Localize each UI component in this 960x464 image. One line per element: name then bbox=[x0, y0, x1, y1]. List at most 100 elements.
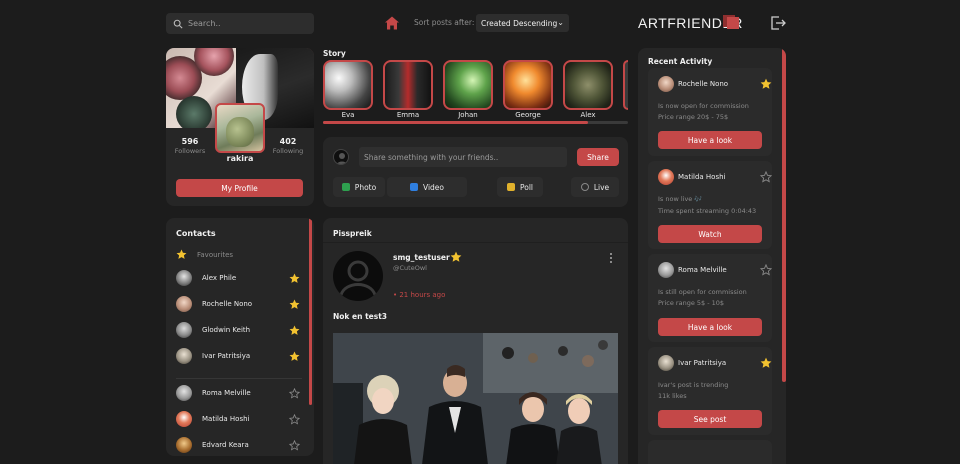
following-count: 402 bbox=[279, 137, 297, 146]
star-filled-icon[interactable] bbox=[450, 251, 462, 263]
star-filled-icon[interactable] bbox=[289, 299, 300, 310]
contact-item[interactable]: Rochelle Nono bbox=[176, 296, 300, 312]
video-button[interactable]: Video bbox=[387, 177, 467, 197]
activity-text: Ivar's post is trending bbox=[658, 381, 729, 389]
activity-item: Matilda Hoshi Is now live 🎶 Time spent s… bbox=[648, 161, 772, 249]
post-card: Pisspreik smg_testuser @CuteOwl • 21 hou… bbox=[323, 218, 628, 464]
contacts-divider bbox=[176, 378, 302, 379]
live-button[interactable]: Live bbox=[571, 177, 619, 197]
activity-detail: Time spent streaming 0:04:43 bbox=[658, 207, 757, 215]
activity-item: Ivar Patritsiya Ivar's post is trending … bbox=[648, 347, 772, 435]
activity-user-name[interactable]: Matilda Hoshi bbox=[678, 173, 726, 181]
contact-item[interactable]: Matilda Hoshi bbox=[176, 411, 300, 427]
avatar bbox=[176, 348, 192, 364]
contact-item[interactable]: Edvard Keara bbox=[176, 437, 300, 453]
avatar bbox=[176, 322, 192, 338]
story-name: Alex bbox=[580, 111, 596, 119]
poll-label: Poll bbox=[519, 182, 533, 192]
see-post-button[interactable]: See post bbox=[658, 410, 762, 428]
contact-name: Edvard Keara bbox=[202, 441, 249, 449]
contact-name: Alex Phile bbox=[202, 274, 237, 282]
story-scrollbar[interactable] bbox=[323, 121, 628, 124]
activity-item bbox=[648, 440, 772, 464]
chevron-down-icon: ⌄ bbox=[557, 18, 564, 27]
activity-user-name[interactable]: Ivar Patritsiya bbox=[678, 359, 726, 367]
search-icon bbox=[173, 19, 183, 29]
contact-item[interactable]: Roma Melville bbox=[176, 385, 300, 401]
star-filled-icon[interactable] bbox=[760, 78, 772, 90]
star-outline-icon[interactable] bbox=[760, 171, 772, 183]
followers-stat[interactable]: 596 Followers bbox=[170, 137, 210, 155]
sort-select[interactable]: Created Descending ⌄ bbox=[476, 14, 569, 32]
post-timestamp: • 21 hours ago bbox=[393, 291, 446, 299]
avatar[interactable] bbox=[658, 355, 674, 371]
contact-name: Glodwin Keith bbox=[202, 326, 251, 334]
story-item-eva[interactable] bbox=[323, 60, 373, 110]
star-filled-icon[interactable] bbox=[289, 351, 300, 362]
activity-user-name[interactable]: Rochelle Nono bbox=[678, 80, 728, 88]
contacts-panel: Contacts Favourites Alex Phile Rochelle … bbox=[166, 218, 314, 456]
contact-name: Rochelle Nono bbox=[202, 300, 253, 308]
activity-item: Rochelle Nono Is now open for commission… bbox=[648, 68, 772, 156]
video-label: Video bbox=[422, 182, 444, 192]
post-username[interactable]: smg_testuser bbox=[393, 253, 450, 262]
post-handle: @CuteOwl bbox=[393, 264, 427, 272]
share-button[interactable]: Share bbox=[577, 148, 619, 166]
star-outline-icon[interactable] bbox=[289, 439, 300, 451]
home-icon[interactable] bbox=[384, 15, 400, 31]
post-image[interactable] bbox=[333, 333, 618, 464]
avatar bbox=[333, 149, 349, 165]
brand-logo-icon bbox=[723, 15, 739, 29]
activity-user-name[interactable]: Roma Melville bbox=[678, 266, 727, 274]
star-filled-icon[interactable] bbox=[760, 357, 772, 369]
star-filled-icon bbox=[176, 249, 187, 259]
post-avatar[interactable] bbox=[333, 251, 383, 301]
search-input[interactable] bbox=[188, 19, 308, 28]
contacts-scrollbar[interactable] bbox=[309, 218, 312, 405]
avatar[interactable] bbox=[658, 262, 674, 278]
have-a-look-button[interactable]: Have a look bbox=[658, 318, 762, 336]
profile-username: rakira bbox=[226, 154, 254, 163]
sort-label: Sort posts after: bbox=[414, 18, 475, 27]
star-filled-icon[interactable] bbox=[289, 325, 300, 336]
star-outline-icon[interactable] bbox=[289, 387, 300, 399]
star-outline-icon[interactable] bbox=[760, 264, 772, 276]
photo-button[interactable]: Photo bbox=[333, 177, 385, 197]
watch-button[interactable]: Watch bbox=[658, 225, 762, 243]
recent-activity-scrollbar[interactable] bbox=[782, 48, 786, 382]
avatar[interactable] bbox=[658, 169, 674, 185]
feed-title: Pisspreik bbox=[333, 229, 372, 238]
search-bar[interactable] bbox=[166, 13, 314, 34]
poll-button[interactable]: Poll bbox=[497, 177, 543, 197]
star-filled-icon[interactable] bbox=[289, 273, 300, 284]
logout-icon[interactable] bbox=[770, 15, 786, 31]
profile-avatar[interactable] bbox=[215, 103, 265, 153]
composer-input[interactable]: Share something with your friends.. bbox=[359, 147, 567, 167]
recent-activity-title: Recent Activity bbox=[648, 57, 713, 66]
story-item-johan[interactable] bbox=[443, 60, 493, 110]
followers-count: 596 bbox=[181, 137, 199, 146]
story-item-alex[interactable] bbox=[563, 60, 613, 110]
live-icon bbox=[580, 183, 589, 191]
my-profile-button[interactable]: My Profile bbox=[176, 179, 303, 197]
avatar bbox=[176, 411, 192, 427]
activity-text: Is now live 🎶 bbox=[658, 195, 703, 203]
story-item-next[interactable] bbox=[623, 60, 628, 110]
story-item-emma[interactable] bbox=[383, 60, 433, 110]
activity-detail: 11k likes bbox=[658, 392, 687, 400]
contact-item[interactable]: Ivar Patritsiya bbox=[176, 348, 300, 364]
profile-card: 596 Followers 402 Following rakira My Pr… bbox=[166, 48, 314, 206]
photo-label: Photo bbox=[354, 182, 377, 192]
favourites-header: Favourites bbox=[176, 249, 233, 260]
contact-item[interactable]: Alex Phile bbox=[176, 270, 300, 286]
story-item-george[interactable] bbox=[503, 60, 553, 110]
more-options-icon[interactable] bbox=[609, 252, 613, 264]
have-a-look-button[interactable]: Have a look bbox=[658, 131, 762, 149]
star-outline-icon[interactable] bbox=[289, 413, 300, 425]
story-name: Eva bbox=[341, 111, 355, 119]
contact-item[interactable]: Glodwin Keith bbox=[176, 322, 300, 338]
avatar[interactable] bbox=[658, 76, 674, 92]
post-divider bbox=[323, 242, 628, 243]
following-stat[interactable]: 402 Following bbox=[268, 137, 308, 155]
contacts-title: Contacts bbox=[176, 229, 216, 238]
